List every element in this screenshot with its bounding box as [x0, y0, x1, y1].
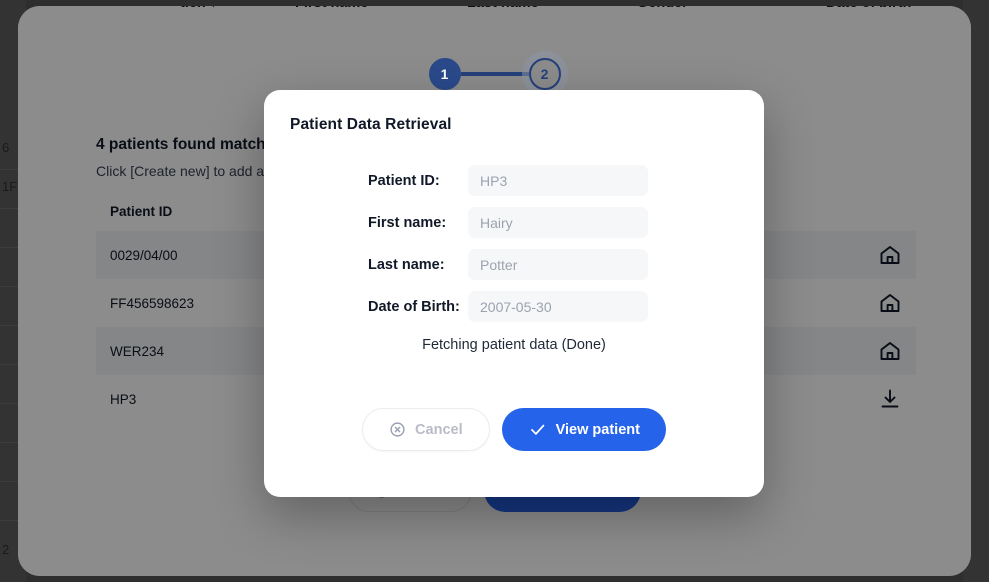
page-panel: tien ▾ First name Last name Gender Date … — [18, 6, 971, 576]
cell-action[interactable] — [838, 327, 916, 375]
date-of-birth-label: Date of Birth: — [368, 298, 460, 315]
bg-col-patient: tien ▾ — [180, 6, 217, 11]
stepper-step-2-number: 2 — [540, 66, 549, 82]
first-name-input[interactable] — [468, 207, 648, 238]
home-icon[interactable] — [878, 291, 902, 315]
first-name-label: First name: — [368, 214, 447, 231]
dialog-title: Patient Data Retrieval — [290, 116, 452, 133]
dialog-cancel-button[interactable]: Cancel — [362, 408, 490, 451]
download-icon[interactable] — [878, 387, 902, 411]
patient-form: Patient ID: First name: Last name: Date … — [290, 165, 738, 322]
fetch-status-text: Fetching patient data (Done) — [422, 337, 606, 353]
circle-x-icon — [390, 422, 405, 437]
patient-id-label: Patient ID: — [368, 172, 440, 189]
bg-col-first-name: First name — [295, 6, 368, 11]
cell-action[interactable] — [838, 231, 916, 279]
last-name-input[interactable] — [468, 249, 648, 280]
home-icon[interactable] — [878, 243, 902, 267]
home-icon[interactable] — [878, 339, 902, 363]
stepper-step-1[interactable]: 1 — [428, 58, 461, 90]
dialog-actions: Cancel View patient — [264, 408, 764, 451]
view-patient-label: View patient — [555, 421, 640, 438]
bg-col-gender: Gender — [637, 6, 688, 11]
form-row-date-of-birth: Date of Birth: — [290, 291, 738, 322]
th-actions — [838, 198, 916, 231]
last-name-label: Last name: — [368, 256, 445, 273]
patient-data-retrieval-dialog: Patient Data Retrieval Patient ID: First… — [264, 90, 764, 497]
bg-col-date-of-birth: Date of birth — [826, 6, 911, 11]
app-root: 6 1F 2 tien ▾ First name Last name Gende… — [0, 0, 989, 582]
stepper-step-2[interactable]: 2 — [528, 58, 561, 90]
cell-action[interactable] — [838, 375, 916, 423]
left-edge-label: 1F — [2, 179, 18, 194]
background-top-header-row: tien ▾ First name Last name Gender Date … — [18, 6, 971, 14]
stepper-step-1-number: 1 — [440, 66, 449, 82]
stepper: 1 2 — [18, 58, 971, 90]
date-of-birth-input[interactable] — [468, 291, 648, 322]
dialog-cancel-label: Cancel — [415, 421, 463, 438]
view-patient-button[interactable]: View patient — [501, 408, 666, 451]
check-icon — [530, 424, 544, 435]
left-edge-label: 2 — [2, 542, 10, 557]
bg-col-last-name: Last name — [467, 6, 539, 11]
form-row-last-name: Last name: — [290, 249, 738, 280]
left-edge-label: 6 — [2, 140, 10, 155]
form-row-patient-id: Patient ID: — [290, 165, 738, 196]
patient-id-input[interactable] — [468, 165, 648, 196]
cell-action[interactable] — [838, 279, 916, 327]
form-row-first-name: First name: — [290, 207, 738, 238]
stepper-connector — [460, 72, 529, 76]
